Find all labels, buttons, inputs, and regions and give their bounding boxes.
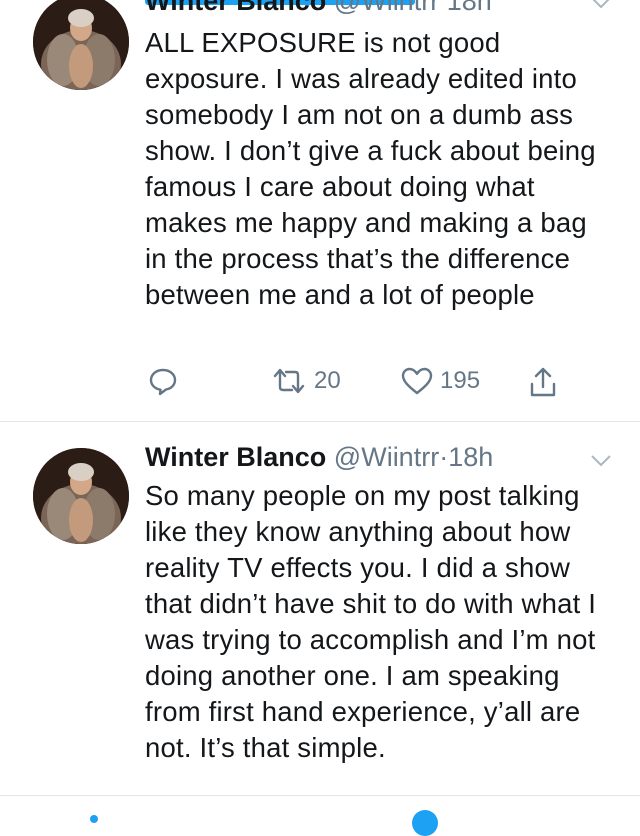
bottom-tab-bar <box>0 795 640 836</box>
home-tab-indicator[interactable] <box>90 815 98 823</box>
tweet-actions: 20 195 <box>0 366 640 406</box>
reply-button[interactable] <box>148 366 178 396</box>
tweet-time[interactable]: 18h <box>447 0 492 16</box>
header-separator: · <box>439 442 449 472</box>
tweet-text: So many people on my post talking like t… <box>145 480 597 763</box>
retweet-button[interactable]: 20 <box>270 366 341 396</box>
tweet-text: ALL EXPOSURE is not good exposure. I was… <box>145 27 596 310</box>
tweet-time[interactable]: 18h <box>448 442 493 472</box>
tweet-author-name[interactable]: Winter Blanco <box>145 0 326 16</box>
chevron-down-icon[interactable] <box>590 454 612 468</box>
profile-photo <box>33 448 129 544</box>
tweet-author-name[interactable]: Winter Blanco <box>145 442 326 472</box>
tweet-author-handle[interactable]: @Wiintrr <box>334 0 439 16</box>
tweet-header-clipped: Winter Blanco @Wiintrr 18h <box>145 0 492 17</box>
heart-icon <box>401 367 433 395</box>
notifications-tab-icon[interactable] <box>412 810 438 836</box>
share-icon <box>530 367 556 397</box>
speech-bubble-icon <box>149 368 177 396</box>
share-button[interactable] <box>528 366 558 398</box>
like-button[interactable]: 195 <box>400 366 480 396</box>
retweet-icon <box>273 368 305 394</box>
chevron-down-icon[interactable] <box>590 0 612 10</box>
retweet-count: 20 <box>314 367 341 394</box>
like-count: 195 <box>440 367 481 394</box>
tweet-1[interactable]: Winter Blanco @Wiintrr 18h ALL EXPOSURE … <box>0 0 640 420</box>
profile-photo <box>33 0 129 90</box>
avatar[interactable] <box>33 0 129 90</box>
tweet-header: Winter Blanco @Wiintrr·18h <box>145 442 493 476</box>
avatar[interactable] <box>33 448 129 544</box>
tweet-author-handle[interactable]: @Wiintrr <box>334 442 439 472</box>
tweet-2[interactable]: Winter Blanco @Wiintrr·18h So many peopl… <box>0 422 640 794</box>
